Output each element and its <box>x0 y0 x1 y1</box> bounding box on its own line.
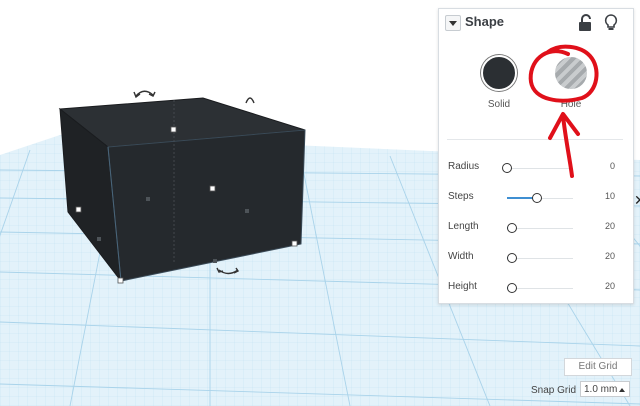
param-slider-knob[interactable] <box>507 283 518 293</box>
param-value: 10 <box>604 191 615 201</box>
param-value: 0 <box>609 161 615 171</box>
param-label: Height <box>448 281 477 292</box>
param-label: Length <box>448 221 479 232</box>
param-slider-knob[interactable] <box>531 193 542 203</box>
solid-swatch[interactable] <box>481 55 517 91</box>
snap-grid-value: 1.0 mm <box>584 384 618 395</box>
panel-title: Shape <box>465 14 505 29</box>
param-slider-knob[interactable] <box>507 223 518 233</box>
hole-swatch[interactable] <box>553 55 589 91</box>
param-value: 20 <box>604 221 615 231</box>
param-row-width: Width 20 <box>439 249 633 269</box>
solid-mode-button[interactable]: Solid <box>469 55 529 110</box>
panel-divider <box>447 139 623 140</box>
panel-header: Shape <box>439 9 633 37</box>
hole-label: Hole <box>560 99 582 110</box>
chevron-down-icon[interactable] <box>445 15 461 31</box>
unlock-icon[interactable] <box>577 14 593 32</box>
param-value: 20 <box>604 251 615 261</box>
param-row-radius: Radius 0 <box>439 159 633 179</box>
param-label: Width <box>448 251 474 262</box>
param-label: Radius <box>448 161 480 172</box>
param-slider-track[interactable] <box>507 168 573 169</box>
param-value: 20 <box>604 281 615 291</box>
lightbulb-icon[interactable] <box>603 13 619 33</box>
chevron-up-icon <box>619 388 625 392</box>
snap-grid-select[interactable]: 1.0 mm <box>580 381 630 397</box>
param-slider-knob[interactable] <box>502 163 512 173</box>
param-row-length: Length 20 <box>439 219 633 239</box>
hole-mode-button[interactable]: Hole <box>541 55 601 110</box>
param-row-steps: Steps 10 <box>439 189 633 209</box>
snap-grid-label: Snap Grid <box>531 385 577 396</box>
rotate-arrow-icon[interactable] <box>133 90 156 99</box>
shape-inspector-panel: Shape Solid Hole Radius 0 Steps 10 Length 20 W… <box>438 8 634 304</box>
close-edge-icon[interactable]: ✕ <box>634 192 640 209</box>
param-slider-knob[interactable] <box>507 253 518 263</box>
param-row-height: Height 20 <box>439 279 633 299</box>
param-label: Steps <box>448 191 474 202</box>
rotate-arrow-icon[interactable] <box>245 97 255 104</box>
solid-label: Solid <box>487 99 511 110</box>
edit-grid-button[interactable]: Edit Grid <box>564 358 632 376</box>
